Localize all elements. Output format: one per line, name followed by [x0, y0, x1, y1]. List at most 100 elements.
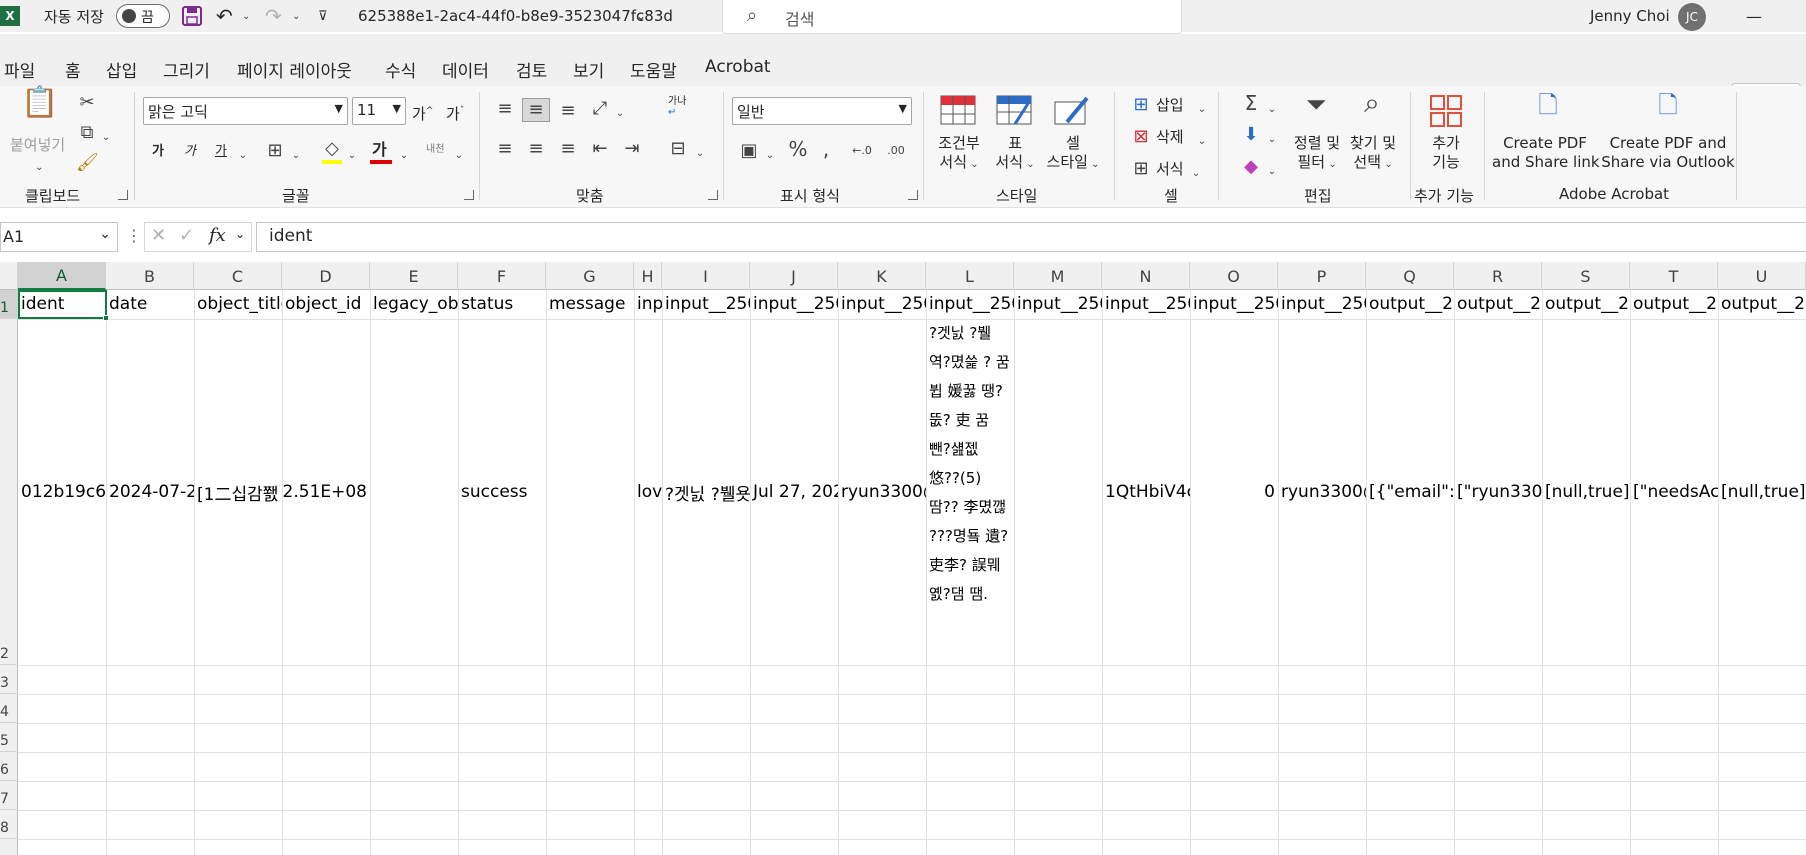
cell-f2[interactable]: success	[458, 319, 546, 665]
cell-i2[interactable]: ?겟닔 ?뷀욧	[662, 319, 750, 665]
pdf-outlook-icon[interactable]: 🗋	[1652, 93, 1684, 128]
percent-style-icon[interactable]: %	[786, 138, 810, 160]
fx-dropdown-icon[interactable]: ⌄	[235, 227, 245, 241]
tab-acrobat[interactable]: Acrobat	[705, 57, 771, 77]
cell-j1[interactable]: input__250	[750, 290, 838, 319]
cell-c1[interactable]: object_title	[194, 290, 282, 319]
cell-j2[interactable]: Jul 27, 202	[750, 319, 838, 665]
clear-dropdown-icon[interactable]: ⌄	[1266, 158, 1278, 183]
file-name-chevron-icon[interactable]: ⌄	[636, 0, 646, 32]
autosum-icon[interactable]: Σ	[1240, 92, 1262, 114]
paste-icon[interactable]: 📋	[20, 88, 60, 128]
cell-grid[interactable]: ident date object_title object_id legacy…	[18, 290, 1806, 855]
format-painter-icon[interactable]: 🖌	[76, 152, 99, 174]
create-pdf-outlook-button[interactable]: Create PDF and Share via Outlook	[1600, 134, 1736, 172]
column-header-e[interactable]: E	[370, 262, 458, 290]
tab-draw[interactable]: 그리기	[163, 57, 210, 82]
column-header-h[interactable]: H	[634, 262, 662, 290]
tab-review[interactable]: 검토	[516, 57, 547, 82]
bold-button[interactable]: 가	[152, 142, 164, 161]
sort-filter-button[interactable]: 정렬 및 필터 ⌄	[1288, 134, 1346, 174]
merge-dropdown-icon[interactable]: ⌄	[694, 140, 706, 165]
find-select-button[interactable]: 찾기 및 선택 ⌄	[1344, 134, 1402, 174]
tab-page-layout[interactable]: 페이지 레이아웃	[237, 57, 352, 82]
increase-decimal-icon[interactable]: ←.0	[848, 140, 876, 162]
orientation-dropdown-icon[interactable]: ⌄	[614, 100, 626, 125]
find-select-icon[interactable]: ⌕	[1352, 89, 1392, 128]
cell-u1[interactable]: output__25	[1718, 290, 1806, 319]
delete-dropdown-icon[interactable]: ⌄	[1196, 128, 1208, 153]
italic-button[interactable]: 가	[184, 142, 196, 161]
column-header-j[interactable]: J	[750, 262, 838, 290]
underline-button[interactable]: 가	[215, 142, 227, 161]
column-header-g[interactable]: G	[546, 262, 634, 290]
conditional-format-button[interactable]: 조건부 서식 ⌄	[936, 134, 982, 174]
align-center-icon[interactable]: ≡	[524, 138, 548, 160]
cell-n1[interactable]: input__250	[1102, 290, 1190, 319]
cell-q1[interactable]: output__25	[1366, 290, 1454, 319]
insert-cells-button[interactable]: 삽입	[1156, 96, 1184, 115]
insert-dropdown-icon[interactable]: ⌄	[1196, 96, 1208, 121]
font-color-dropdown-icon[interactable]: ⌄	[398, 142, 410, 167]
merge-center-icon[interactable]: ⊟	[666, 138, 690, 160]
increase-indent-icon[interactable]: ⇥	[620, 138, 644, 160]
cell-a2[interactable]: 012b19c6-	[18, 319, 106, 665]
copy-dropdown-icon[interactable]: ⌄	[100, 124, 112, 149]
cut-icon[interactable]: ✂	[76, 92, 98, 114]
font-name-select[interactable]: 맑은 고딕 ▼	[143, 97, 348, 125]
insert-function-icon[interactable]: fx	[209, 225, 226, 246]
cell-n2[interactable]: 1QtHbiV4c	[1102, 319, 1190, 665]
cell-styles-icon[interactable]	[1052, 94, 1092, 128]
row-header-2[interactable]: 2	[0, 319, 18, 665]
wrap-text-button[interactable]: 가나 ↵	[668, 96, 686, 118]
user-name[interactable]: Jenny Choi	[1590, 0, 1670, 32]
add-ins-button[interactable]: 추가 기능	[1426, 134, 1466, 172]
cell-f1[interactable]: status	[458, 290, 546, 319]
font-launcher-icon[interactable]	[464, 190, 474, 200]
cell-l2[interactable]: ?겟닔 ?뷀 역?몄쓽 ? 꿈뷥 媛꿇 땡?뚮? 吏 꿈뺀?섎젮 悠??(5) …	[926, 319, 1013, 665]
increase-font-button[interactable]: 가^	[412, 102, 433, 124]
decrease-decimal-icon[interactable]: .00	[882, 140, 910, 162]
cell-e2[interactable]	[370, 319, 458, 665]
cell-t2[interactable]: ["needsAct	[1630, 319, 1718, 665]
name-box[interactable]: A1 ⌄	[0, 222, 118, 252]
align-middle-icon[interactable]: ≡	[522, 98, 550, 122]
format-cells-icon[interactable]: ⊞	[1130, 158, 1152, 180]
conditional-format-icon[interactable]	[938, 94, 978, 128]
paste-dropdown-icon[interactable]: ⌄	[35, 156, 43, 177]
tab-insert[interactable]: 삽입	[106, 57, 137, 82]
more-options-icon[interactable]: ⋮	[126, 226, 142, 245]
enter-icon[interactable]: ✓	[179, 225, 194, 246]
format-dropdown-icon[interactable]: ⌄	[1190, 160, 1202, 185]
cell-h2[interactable]: lov	[634, 319, 662, 665]
redo-dropdown-icon[interactable]: ⌄	[292, 0, 300, 32]
column-header-c[interactable]: C	[194, 262, 282, 290]
accounting-format-icon[interactable]: ▣	[736, 140, 762, 162]
minimize-icon[interactable]: —	[1746, 0, 1762, 32]
cell-styles-button[interactable]: 셀 스타일 ⌄	[1042, 134, 1104, 174]
add-ins-icon[interactable]	[1428, 94, 1464, 130]
column-header-r[interactable]: R	[1454, 262, 1542, 290]
column-header-l[interactable]: L	[926, 262, 1014, 290]
cell-b1[interactable]: date	[106, 290, 194, 319]
column-header-i[interactable]: I	[662, 262, 750, 290]
borders-icon[interactable]: ⊞	[262, 140, 288, 162]
create-pdf-share-link-button[interactable]: Create PDF and Share link	[1492, 134, 1600, 172]
row-header-4[interactable]: 4	[0, 694, 18, 723]
orientation-icon[interactable]: ⤢	[588, 98, 612, 120]
column-header-f[interactable]: F	[458, 262, 546, 290]
cell-s1[interactable]: output__25	[1542, 290, 1630, 319]
column-header-d[interactable]: D	[282, 262, 370, 290]
cell-b2[interactable]: 2024-07-2	[106, 319, 194, 665]
cell-i1[interactable]: input__250	[662, 290, 750, 319]
font-size-select[interactable]: 11 ▼	[352, 97, 406, 125]
cell-o2[interactable]: 0	[1190, 319, 1278, 665]
cell-r1[interactable]: output__25	[1454, 290, 1542, 319]
number-format-select[interactable]: 일반 ▼	[732, 97, 912, 125]
insert-cells-icon[interactable]: ⊞	[1130, 94, 1152, 116]
row-header-1[interactable]: 1	[0, 290, 18, 319]
tab-data[interactable]: 데이터	[442, 57, 489, 82]
cell-m2[interactable]	[1014, 319, 1102, 665]
format-cells-button[interactable]: 서식	[1156, 160, 1184, 179]
fill-icon[interactable]: ⬇	[1240, 124, 1262, 146]
